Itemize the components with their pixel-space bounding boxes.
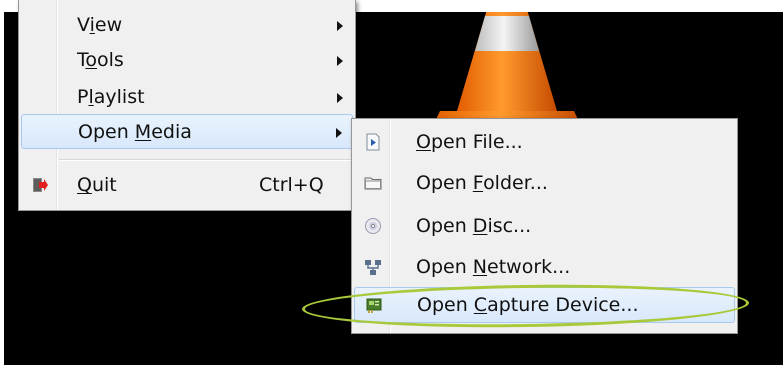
folder-icon: [364, 177, 382, 190]
menu-separator: [59, 159, 351, 161]
menu-item-view[interactable]: View: [21, 8, 353, 42]
submenu-arrow-icon: [336, 128, 342, 138]
quit-shortcut: Ctrl+Q: [259, 174, 324, 196]
disc-icon: [365, 218, 381, 234]
quit-icon: [33, 178, 48, 192]
network-icon: [365, 260, 381, 275]
open-media-submenu: Open File... Open Folder... Open Disc...…: [351, 118, 738, 334]
file-icon: [366, 133, 380, 151]
menu-item-open-network[interactable]: Open Network...: [354, 250, 735, 284]
submenu-arrow-icon: [337, 93, 343, 103]
menu-item-playlist[interactable]: Playlist: [21, 80, 353, 114]
menu-item-open-file[interactable]: Open File...: [354, 125, 735, 159]
menu-item-open-folder[interactable]: Open Folder...: [354, 166, 735, 200]
menu-item-open-disc[interactable]: Open Disc...: [354, 209, 735, 243]
menu-item-tools[interactable]: Tools: [21, 43, 353, 77]
menu-item-open-media[interactable]: Open Media: [21, 114, 353, 149]
submenu-arrow-icon: [337, 21, 343, 31]
main-context-menu: View Tools Playlist Open Media Quit Ctrl…: [18, 0, 356, 211]
menu-item-quit[interactable]: Quit Ctrl+Q: [21, 168, 353, 202]
submenu-arrow-icon: [337, 56, 343, 66]
menu-item-open-capture-device[interactable]: Open Capture Device...: [354, 287, 735, 323]
capture-card-icon: [366, 298, 382, 313]
